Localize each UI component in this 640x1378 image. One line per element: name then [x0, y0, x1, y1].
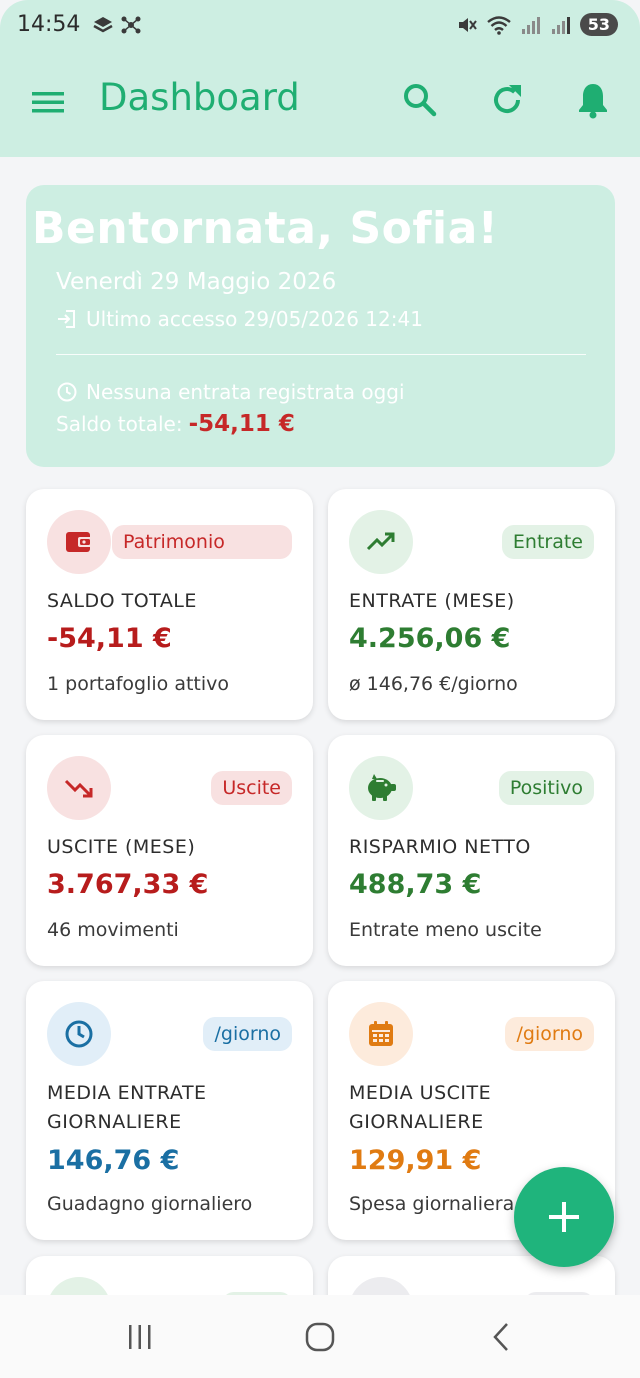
search-button[interactable] — [400, 80, 440, 120]
mute-icon — [458, 17, 477, 32]
notifications-button[interactable] — [573, 80, 613, 120]
bell-icon — [579, 84, 607, 119]
stat-card-expenses[interactable]: Uscite USCITE (MESE) 3.767,33 € 46 movim… — [26, 735, 313, 966]
no-entries-text: Nessuna entrata registrata oggi — [86, 380, 405, 404]
stat-card-total-balance[interactable]: Patrimonio SALDO TOTALE -54,11 € 1 porta… — [26, 489, 313, 720]
top-bar: 14:54 53 Dashboard — [0, 0, 640, 157]
last-access: Ultimo accesso 29/05/2026 12:41 — [56, 307, 423, 331]
menu-button[interactable] — [30, 84, 66, 120]
card-value: 146,76 € — [47, 1145, 180, 1176]
battery-indicator: 53 — [579, 13, 618, 36]
badge: /giorno — [203, 1017, 292, 1051]
system-nav-bar — [0, 1295, 640, 1378]
card-label: ENTRATE (MESE) — [349, 590, 515, 612]
signal-icon-2 — [551, 16, 570, 34]
badge: Patrimonio — [112, 525, 292, 559]
stat-card-income[interactable]: Entrate ENTRATE (MESE) 4.256,06 € ø 146,… — [328, 489, 615, 720]
recents-button[interactable] — [120, 1319, 160, 1355]
welcome-title: Bentornata, Sofia! — [32, 203, 499, 254]
card-value: 488,73 € — [349, 869, 482, 900]
card-label: RISPARMIO NETTO — [349, 836, 531, 858]
last-access-text: Ultimo accesso 29/05/2026 12:41 — [86, 307, 423, 331]
notification-app-icon — [93, 17, 113, 33]
balance-label: Saldo totale: — [56, 412, 183, 436]
recents-icon — [129, 1325, 151, 1349]
menu-icon — [32, 92, 64, 113]
welcome-balance: Saldo totale: -54,11 € — [56, 411, 295, 437]
home-button[interactable] — [300, 1319, 340, 1355]
card-label: SALDO TOTALE — [47, 590, 197, 612]
plus-icon — [549, 1202, 579, 1232]
card-value: -54,11 € — [47, 623, 172, 654]
network-app-icon — [121, 16, 141, 34]
trending-up-icon — [366, 532, 395, 551]
badge: Positivo — [498, 771, 594, 805]
card-subtitle: Entrate meno uscite — [349, 919, 542, 941]
card-label: USCITE (MESE) — [47, 836, 196, 858]
wallet-icon — [66, 532, 92, 552]
add-transaction-button[interactable] — [514, 1167, 614, 1267]
no-entries-notice: Nessuna entrata registrata oggi — [56, 380, 405, 404]
search-icon — [404, 84, 437, 117]
status-bar: 14:54 53 — [0, 0, 640, 56]
card-label: MEDIA ENTRATE GIORNALIERE — [47, 1082, 207, 1133]
welcome-date: Venerdì 29 Maggio 2026 — [56, 269, 337, 295]
balance-value: -54,11 € — [188, 411, 295, 437]
stat-card-net-savings[interactable]: Positivo RISPARMIO NETTO 488,73 € Entrat… — [328, 735, 615, 966]
card-value: 4.256,06 € — [349, 623, 511, 654]
welcome-card: Bentornata, Sofia! Venerdì 29 Maggio 202… — [26, 185, 615, 467]
badge: /giorno — [505, 1017, 594, 1051]
signal-icon — [521, 16, 540, 34]
piggy-bank-icon — [368, 774, 396, 801]
back-icon — [493, 1323, 508, 1351]
card-label: MEDIA USCITE GIORNALIERE — [349, 1082, 492, 1133]
wifi-icon — [486, 15, 511, 35]
card-subtitle: 46 movimenti — [47, 919, 179, 941]
page-title: Dashboard — [99, 76, 300, 119]
home-icon — [305, 1322, 335, 1352]
clock-icon — [65, 1020, 93, 1048]
card-subtitle: Guadagno giornaliero — [47, 1193, 253, 1215]
badge: Uscite — [211, 771, 292, 805]
welcome-divider — [56, 354, 586, 355]
card-value: 129,91 € — [349, 1145, 482, 1176]
card-subtitle: ø 146,76 €/giorno — [349, 673, 518, 695]
stat-card-avg-daily-income[interactable]: /giorno MEDIA ENTRATE GIORNALIERE 146,76… — [26, 981, 313, 1240]
refresh-button[interactable] — [487, 80, 527, 120]
card-subtitle: 1 portafoglio attivo — [47, 673, 230, 695]
app-bar: Dashboard — [0, 62, 640, 142]
clock-icon — [57, 382, 77, 402]
refresh-icon — [494, 85, 521, 114]
card-subtitle: Spesa giornaliera — [349, 1193, 515, 1215]
back-button[interactable] — [482, 1319, 522, 1355]
trending-down-icon — [64, 779, 93, 798]
calendar-icon — [369, 1021, 393, 1046]
status-time: 14:54 — [17, 12, 81, 37]
dashboard-screen: 14:54 53 Dashboard Bentornata, Sofia! Ve… — [0, 0, 640, 1378]
login-icon — [58, 310, 75, 328]
badge: Entrate — [501, 525, 594, 559]
card-value: 3.767,33 € — [47, 869, 209, 900]
